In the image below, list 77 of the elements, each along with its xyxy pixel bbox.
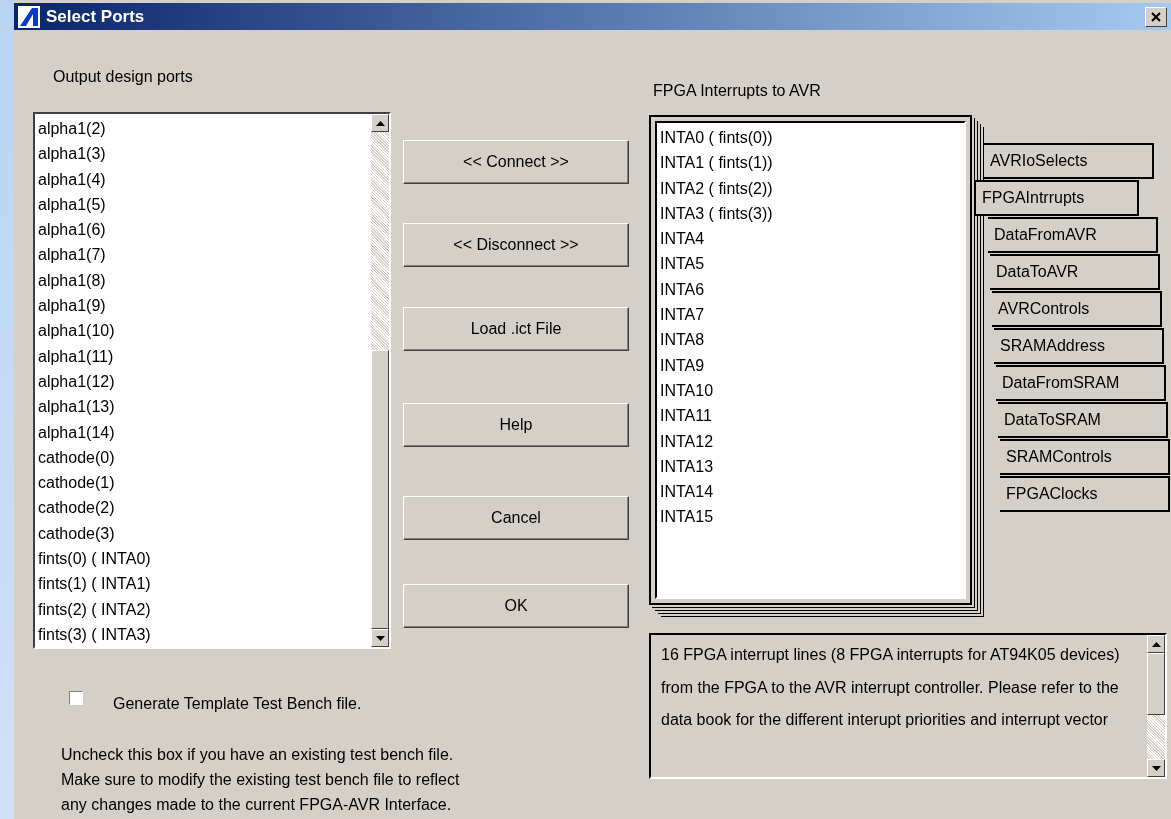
list-item[interactable]: alpha1(7) xyxy=(38,242,368,268)
tab[interactable]: DataFromSRAM xyxy=(996,365,1166,401)
ports-list[interactable] xyxy=(33,112,391,649)
scrollbar[interactable] xyxy=(371,114,389,647)
tab[interactable]: SRAMControls xyxy=(1000,439,1170,475)
list-item[interactable]: INTA13 xyxy=(660,453,961,480)
tab[interactable]: FPGAIntrrupts xyxy=(974,180,1139,216)
list-item[interactable]: INTA10 xyxy=(660,377,961,404)
list-item[interactable]: alpha1(4) xyxy=(38,166,368,192)
logo-icon xyxy=(18,5,40,28)
list-item[interactable]: alpha1(8) xyxy=(38,267,368,294)
list-item[interactable]: alpha1(5) xyxy=(38,191,368,218)
tab[interactable]: SRAMAddress xyxy=(994,328,1164,364)
list-item[interactable]: alpha1(6) xyxy=(38,217,368,243)
list-item[interactable]: INTA15 xyxy=(660,504,961,530)
scroll-up-icon xyxy=(1151,641,1161,647)
scroll-down-icon xyxy=(1151,765,1161,771)
scroll-up-icon xyxy=(375,120,385,126)
list-label: FPGA Interrupts to AVR xyxy=(653,82,822,101)
action-button[interactable]: OK xyxy=(403,584,629,628)
action-button[interactable]: Help xyxy=(403,403,629,447)
list-item[interactable]: alpha1(9) xyxy=(38,293,368,319)
list-item[interactable]: alpha1(3) xyxy=(38,141,368,167)
action-button[interactable]: Load .ict File xyxy=(403,307,629,351)
action-button[interactable]: Cancel xyxy=(403,496,629,540)
list-item[interactable]: fints(0) ( INTA0) xyxy=(38,546,368,572)
tab[interactable]: DataFromAVR xyxy=(988,217,1158,253)
action-button[interactable]: << Connect >> xyxy=(403,140,629,184)
list-item[interactable]: cathode(0) xyxy=(38,444,368,471)
description-text: 16 FPGA interrupt lines (8 FPGA interrupts for AT94K05 devices) from the FPGA to the AVR interrupt controller. Please refer to the data book for the different interupt priorities and interrupt vector xyxy=(660,645,1121,730)
list-item[interactable]: alpha1(13) xyxy=(38,394,368,420)
tab[interactable]: FPGAClocks xyxy=(1000,476,1170,512)
list-item[interactable]: INTA0 ( fints(0)) xyxy=(660,125,961,151)
list-item[interactable]: INTA9 xyxy=(660,352,961,378)
list-item[interactable]: fints(1) ( INTA1) xyxy=(38,571,368,597)
list-item[interactable]: alpha1(11) xyxy=(38,343,368,369)
list-item[interactable]: alpha1(12) xyxy=(38,368,368,395)
list-item[interactable]: INTA2 ( fints(2)) xyxy=(660,175,961,201)
tab[interactable]: DataToAVR xyxy=(990,254,1160,290)
list-item[interactable]: INTA6 xyxy=(660,276,961,303)
list-item[interactable]: alpha1(2) xyxy=(38,116,368,142)
list-item[interactable]: alpha1(10) xyxy=(38,318,368,344)
list-item[interactable]: fints(3) ( INTA3) xyxy=(38,621,368,648)
list-item[interactable]: INTA12 xyxy=(660,428,961,454)
window-title: Select Ports xyxy=(46,6,145,27)
checkbox-label: Generate Template Test Bench file. xyxy=(113,695,362,714)
interrupts-list[interactable]: INTA0 ( fints(0)) INTA1 ( fints(1)) INTA2 ( fints(2)) INTA3 ( fints(3)) INTA4 INTA5 INTA6 INTA7 INTA8 INTA9 INTA10 INTA11 INTA12 INTA13 INTA14 INTA15 xyxy=(655,121,966,599)
list-item[interactable]: INTA4 xyxy=(660,226,961,252)
help-text: Uncheck this box if you have an existing test bench file. Make sure to modify the existing test bench file to reflect any changes made to the current FPGA-AVR Interface. xyxy=(61,745,461,815)
action-button[interactable]: << Disconnect >> xyxy=(403,223,629,267)
close-icon xyxy=(1151,11,1161,22)
scroll-up-button[interactable] xyxy=(1147,635,1165,653)
list-item[interactable]: INTA14 xyxy=(660,479,961,505)
scroll-down-button[interactable] xyxy=(1147,759,1165,777)
list-item[interactable]: fints(2) ( INTA2) xyxy=(38,596,368,622)
scrollbar[interactable] xyxy=(1147,635,1165,777)
tab[interactable]: AVRIoSelects xyxy=(984,143,1154,179)
list-item[interactable]: INTA5 xyxy=(660,251,961,277)
close-button[interactable] xyxy=(1145,6,1167,27)
list-item[interactable]: INTA3 ( fints(3)) xyxy=(660,200,961,227)
checkbox[interactable] xyxy=(69,691,83,705)
scroll-down-icon xyxy=(375,635,385,641)
scroll-up-button[interactable] xyxy=(371,114,389,132)
scroll-thumb[interactable] xyxy=(371,350,389,629)
list-label: Output design ports xyxy=(53,68,194,87)
list-item[interactable]: cathode(3) xyxy=(38,520,368,547)
tab[interactable]: DataToSRAM xyxy=(998,402,1168,438)
scroll-thumb[interactable] xyxy=(1147,653,1165,715)
list-item[interactable]: INTA7 xyxy=(660,302,961,328)
list-item[interactable]: cathode(1) xyxy=(38,470,368,496)
list-item[interactable]: INTA8 xyxy=(660,327,961,353)
list-item[interactable]: INTA11 xyxy=(660,403,961,429)
tab[interactable]: AVRControls xyxy=(992,291,1162,327)
list-item[interactable]: cathode(2) xyxy=(38,495,368,521)
list-item[interactable]: alpha1(14) xyxy=(38,419,368,445)
scroll-down-button[interactable] xyxy=(371,629,389,647)
list-item[interactable]: INTA1 ( fints(1)) xyxy=(660,150,961,176)
